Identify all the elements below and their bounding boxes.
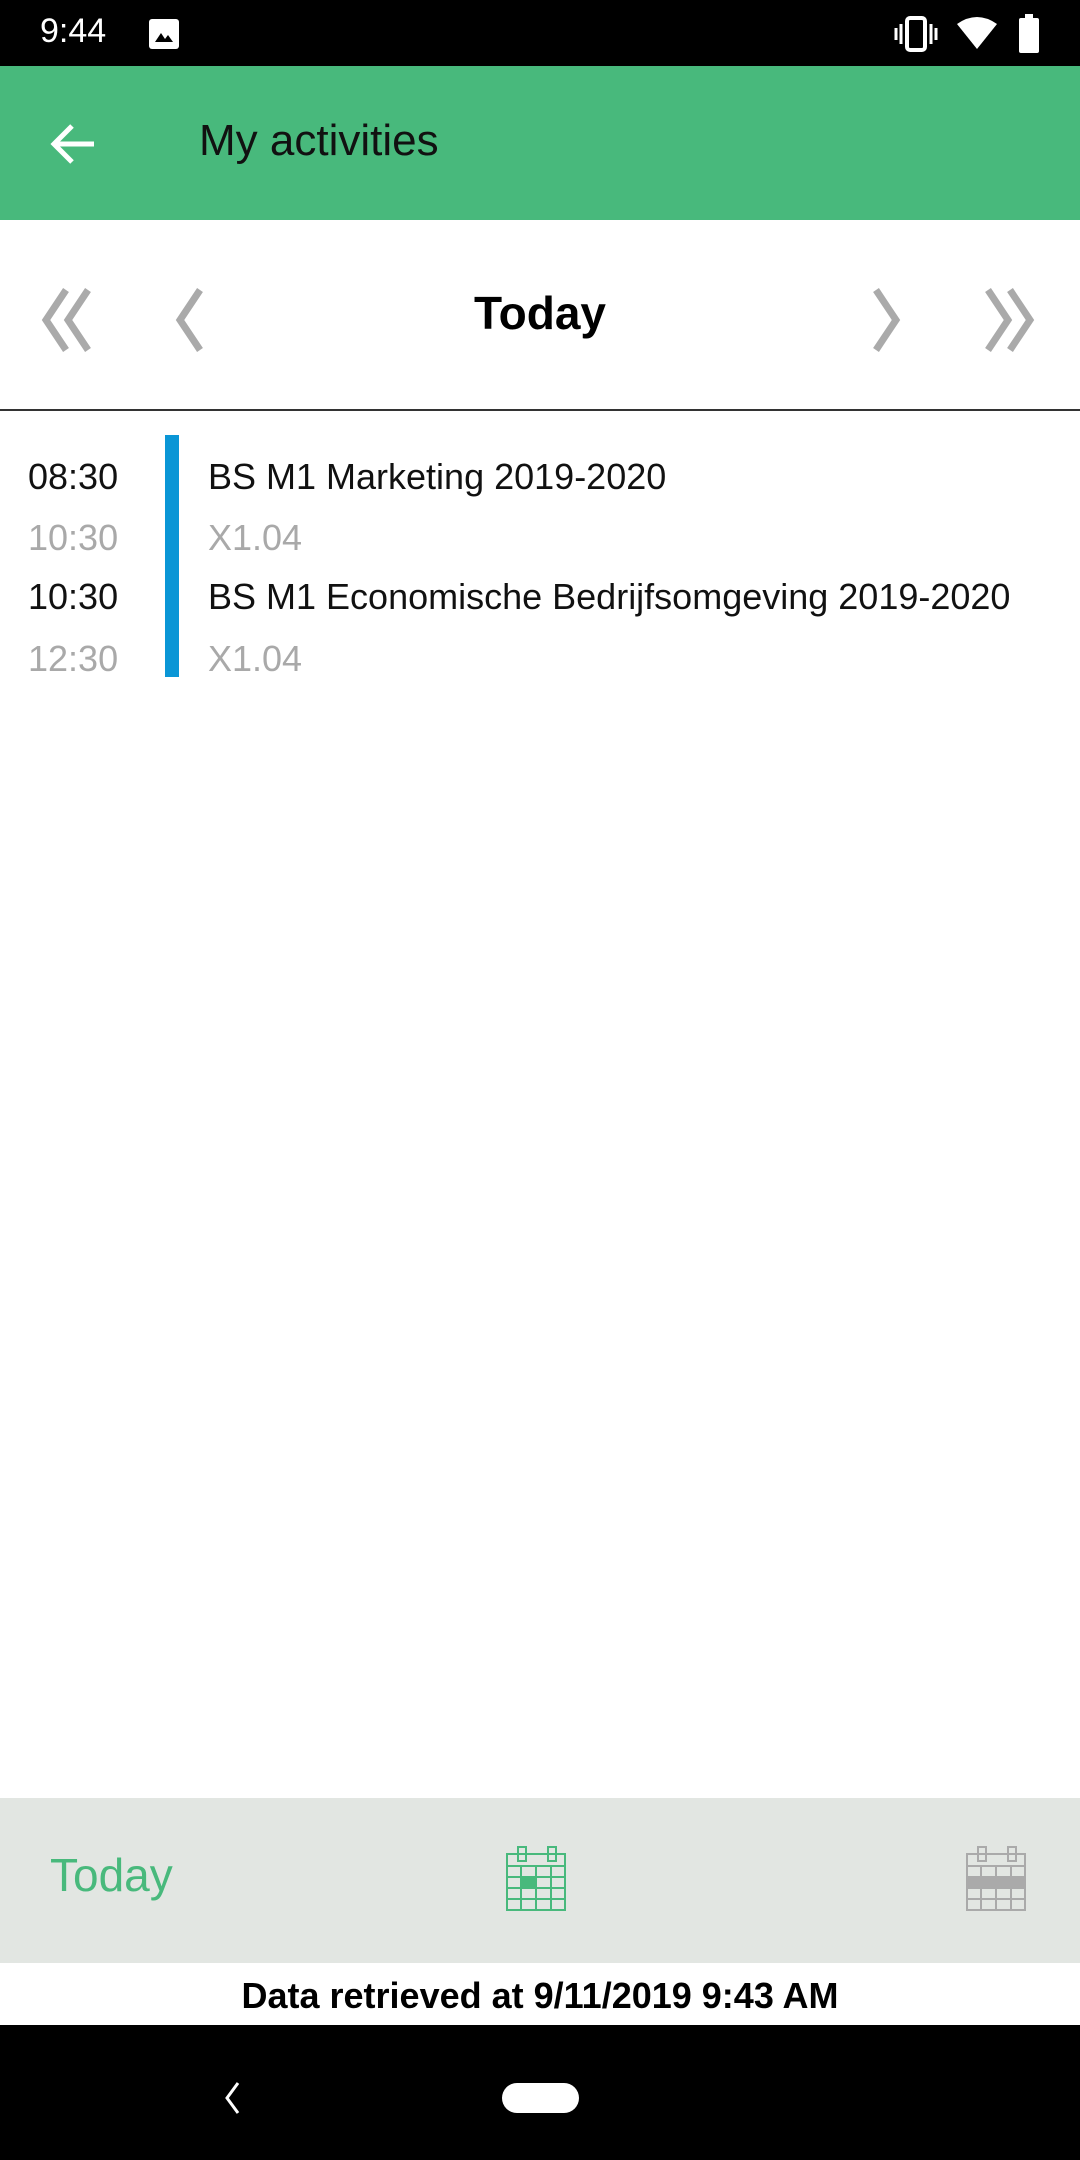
- page-title: My activities: [199, 116, 439, 165]
- date-navigation: Today: [0, 220, 1080, 411]
- app-bar: My activities: [0, 66, 1080, 220]
- activity-location: X1.04: [208, 517, 303, 558]
- activity-title: BS M1 Economische Bedrijfsomgeving 2019-…: [208, 576, 1011, 617]
- today-button[interactable]: Today: [50, 1848, 173, 1902]
- double-chevron-right-icon[interactable]: [966, 280, 1046, 360]
- home-pill-button[interactable]: [502, 2083, 579, 2113]
- calendar-week-icon[interactable]: [966, 1846, 1028, 1912]
- end-time: 10:30: [28, 517, 119, 558]
- system-navigation-bar: [0, 2025, 1080, 2160]
- end-time: 12:30: [28, 638, 119, 679]
- arrow-left-icon[interactable]: [46, 116, 102, 172]
- data-retrieved-text: Data retrieved at 9/11/2019 9:43 AM: [241, 1975, 839, 2016]
- vibrate-icon: [894, 16, 938, 52]
- start-time: 10:30: [28, 576, 119, 617]
- event-color-bar: [165, 435, 179, 677]
- image-icon: [149, 19, 179, 49]
- activity-location: X1.04: [208, 638, 303, 679]
- calendar-day-icon[interactable]: [506, 1846, 568, 1912]
- status-time: 9:44: [40, 12, 107, 50]
- activity-title: BS M1 Marketing 2019-2020: [208, 456, 667, 497]
- chevron-right-icon[interactable]: [846, 280, 926, 360]
- bottom-bar: Today: [0, 1798, 1080, 1963]
- battery-icon: [1019, 14, 1039, 53]
- status-bar: 9:44: [0, 0, 1080, 66]
- start-time: 08:30: [28, 456, 119, 497]
- system-back-icon[interactable]: [222, 2081, 242, 2115]
- wifi-icon: [957, 17, 997, 49]
